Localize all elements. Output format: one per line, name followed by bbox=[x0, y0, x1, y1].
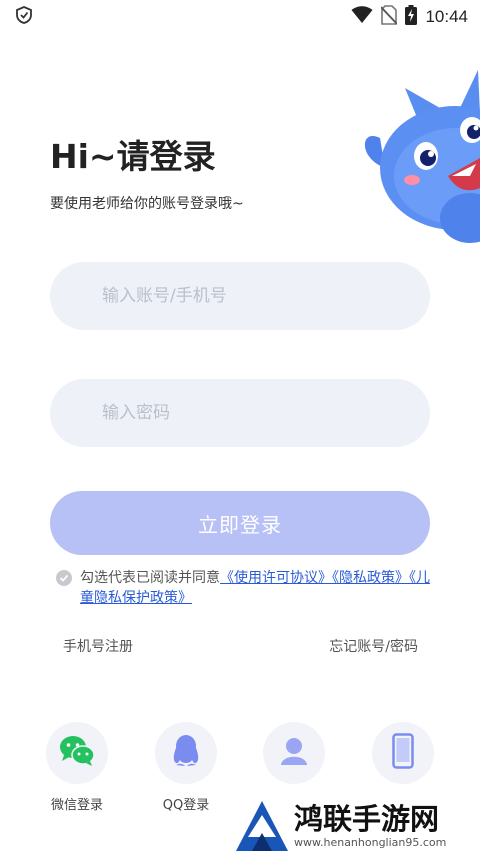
wechat-login[interactable]: 微信登录 bbox=[32, 722, 122, 813]
privacy-link[interactable]: 《隐私政策》 bbox=[332, 570, 409, 586]
account-field[interactable] bbox=[50, 262, 430, 330]
agreement-text: 勾选代表已阅读并同意《使用许可协议》《隐私政策》《儿童隐私保护政策》 bbox=[80, 568, 436, 608]
qq-login[interactable]: QQ登录 bbox=[141, 722, 231, 813]
watermark: 鸿联手游网 www.henanhonglian95.com bbox=[230, 795, 480, 855]
phone-register-link[interactable]: 手机号注册 bbox=[63, 636, 133, 656]
phone-login[interactable] bbox=[358, 722, 448, 784]
login-button[interactable]: 立即登录 bbox=[50, 491, 430, 555]
forgot-password-link[interactable]: 忘记账号/密码 bbox=[329, 636, 418, 656]
shield-notification-icon bbox=[14, 5, 34, 29]
qq-icon bbox=[172, 734, 200, 772]
watermark-title: 鸿联手游网 bbox=[294, 801, 440, 836]
agreement-checkbox[interactable] bbox=[56, 570, 72, 586]
page-title: Hi~请登录 bbox=[50, 137, 216, 176]
terms-link[interactable]: 《使用许可协议》 bbox=[220, 570, 332, 586]
phone-icon bbox=[392, 733, 414, 773]
wechat-icon bbox=[59, 735, 95, 771]
agreement-prefix: 勾选代表已阅读并同意 bbox=[80, 570, 220, 586]
page-subtitle: 要使用老师给你的账号登录哦~ bbox=[50, 196, 244, 212]
password-input[interactable] bbox=[102, 379, 430, 447]
password-field[interactable] bbox=[50, 379, 430, 447]
agreement: 勾选代表已阅读并同意《使用许可协议》《隐私政策》《儿童隐私保护政策》 bbox=[56, 568, 436, 608]
auxiliary-links: 手机号注册 忘记账号/密码 bbox=[63, 636, 418, 656]
guest-icon bbox=[279, 736, 309, 770]
battery-charging-icon bbox=[405, 5, 418, 29]
wifi-icon bbox=[351, 6, 373, 28]
no-sim-icon bbox=[380, 5, 399, 29]
qq-login-label: QQ登录 bbox=[162, 798, 210, 813]
account-input[interactable] bbox=[102, 262, 430, 330]
mascot-illustration bbox=[360, 68, 480, 248]
watermark-url: www.henanhonglian95.com bbox=[294, 835, 447, 849]
status-time: 10:44 bbox=[425, 7, 468, 26]
guest-login[interactable] bbox=[249, 722, 339, 784]
status-bar: 10:44 bbox=[0, 0, 480, 34]
wechat-login-label: 微信登录 bbox=[50, 798, 103, 813]
watermark-logo-icon bbox=[234, 797, 290, 855]
